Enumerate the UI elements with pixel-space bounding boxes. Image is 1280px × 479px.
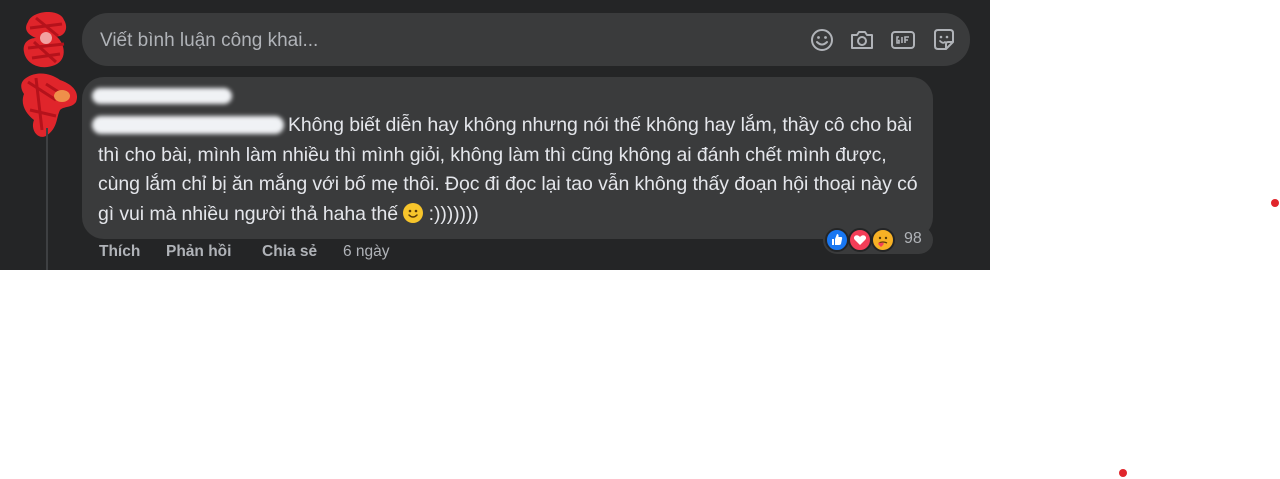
share-link[interactable]: Chia sẻ <box>262 243 317 261</box>
comment-panel: Không biết diễn hay không nhưng nói thế … <box>0 0 990 270</box>
comment-body: Không biết diễn hay không nhưng nói thế … <box>98 114 918 225</box>
reaction-count: 98 <box>904 230 922 247</box>
love-reaction-icon <box>848 228 872 252</box>
comment-input[interactable] <box>98 13 802 68</box>
commenter-avatar[interactable] <box>16 70 82 140</box>
smile-emoji-icon <box>403 202 424 223</box>
reply-link[interactable]: Phản hồi <box>166 243 231 261</box>
comment-suffix: :))))))) <box>423 202 479 225</box>
smiley-icon[interactable] <box>809 27 835 53</box>
reactions-summary[interactable]: 98 <box>823 226 933 254</box>
comment-input-box[interactable] <box>82 13 970 68</box>
comment-bubble: Không biết diễn hay không nhưng nói thế … <box>82 77 933 239</box>
commenter-name-redacted[interactable] <box>92 88 232 104</box>
annotation-dot <box>1119 469 1127 477</box>
like-reaction-icon <box>825 228 849 252</box>
camera-icon[interactable] <box>849 27 875 53</box>
comment-text: Không biết diễn hay không nhưng nói thế … <box>98 111 920 229</box>
current-user-avatar[interactable] <box>22 8 70 70</box>
sticker-icon[interactable] <box>931 27 957 53</box>
comment-timestamp[interactable]: 6 ngày <box>343 243 390 261</box>
thread-line <box>46 128 48 270</box>
annotation-dot <box>1271 199 1279 207</box>
like-link[interactable]: Thích <box>99 243 140 261</box>
care-reaction-icon <box>871 228 895 252</box>
gif-icon[interactable] <box>890 27 916 53</box>
